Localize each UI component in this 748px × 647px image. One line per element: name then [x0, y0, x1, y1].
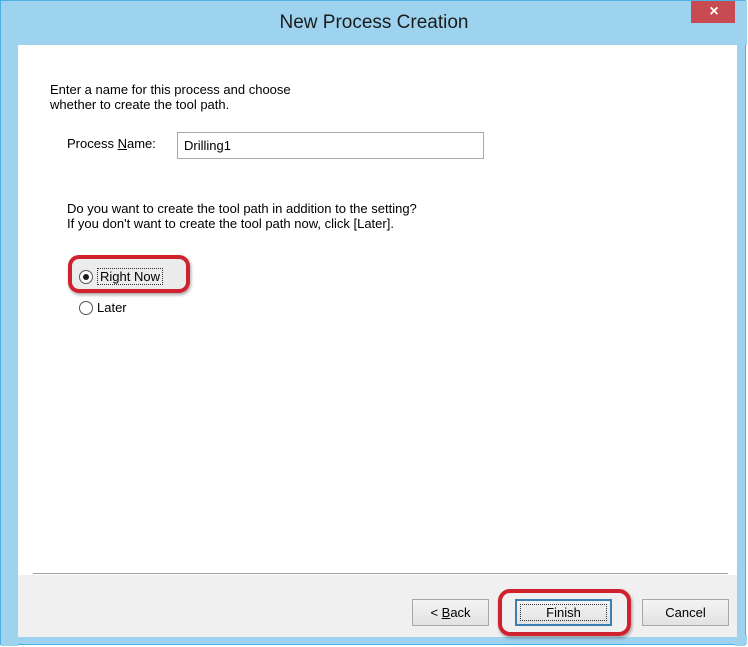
tool-path-question: Do you want to create the tool path in a…	[67, 201, 417, 231]
intro-text: Enter a name for this process and choose…	[50, 82, 291, 112]
process-name-label: Process Name:	[67, 136, 156, 151]
close-icon: ×	[709, 3, 719, 20]
title-bar[interactable]: New Process Creation ×	[1, 1, 747, 45]
dialog-title: New Process Creation	[279, 12, 469, 33]
radio-later-label[interactable]: Later	[97, 300, 127, 315]
radio-right-now[interactable]: Right Now	[79, 268, 163, 285]
radio-later[interactable]: Later	[79, 300, 127, 315]
dialog-content: Enter a name for this process and choose…	[18, 45, 737, 637]
finish-button[interactable]: Finish	[515, 599, 612, 626]
button-bar: < Back Finish Cancel	[18, 575, 737, 637]
radio-right-now-label[interactable]: Right Now	[97, 268, 163, 285]
process-name-input[interactable]	[177, 132, 484, 159]
process-name-label-accel: N	[117, 136, 127, 151]
back-button[interactable]: < Back	[412, 599, 489, 626]
radio-unchecked-icon[interactable]	[79, 300, 93, 315]
cancel-button[interactable]: Cancel	[642, 599, 729, 626]
window-frame-left	[1, 1, 18, 646]
radio-checked-icon[interactable]	[79, 269, 93, 284]
process-name-label-suffix: ame:	[126, 136, 156, 151]
close-button[interactable]: ×	[691, 1, 737, 23]
process-name-label-prefix: Process	[67, 136, 118, 151]
finish-focus-ring	[520, 604, 607, 621]
back-button-prefix: <	[430, 605, 442, 620]
dialog-window: New Process Creation × Enter a name for …	[0, 0, 747, 646]
back-button-suffix: ack	[450, 605, 471, 620]
